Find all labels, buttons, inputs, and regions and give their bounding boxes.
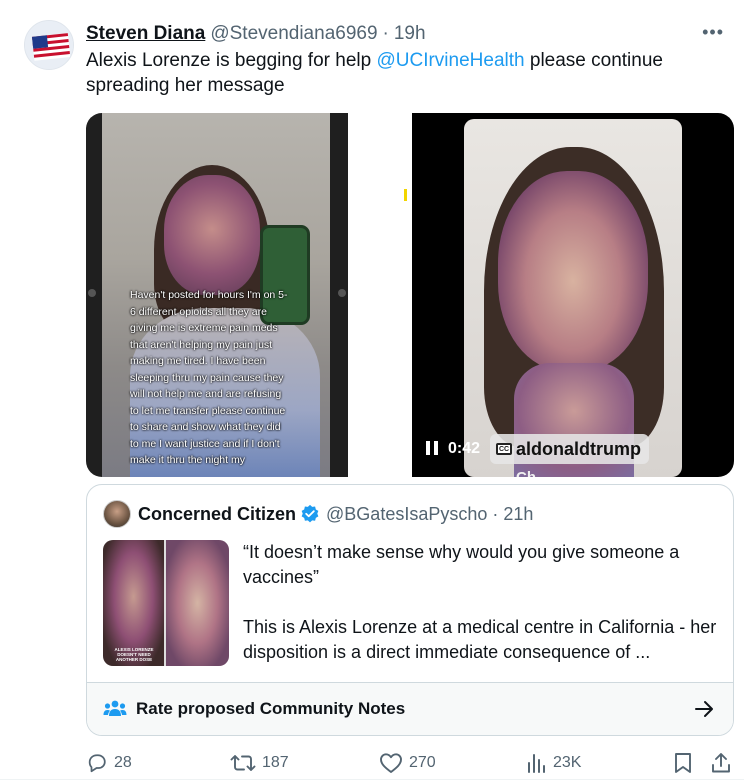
share-button[interactable] — [710, 752, 732, 774]
media-divider — [348, 113, 412, 477]
repost-icon — [230, 755, 256, 771]
media-video-right[interactable]: 0:42 CC aldonaldtrump Ch... — [412, 113, 734, 477]
face — [498, 171, 648, 371]
tweet-time[interactable]: 19h — [394, 23, 426, 45]
community-notes-icon — [103, 700, 127, 716]
repost-button[interactable]: 187 — [230, 752, 289, 774]
author-avatar[interactable] — [24, 20, 74, 70]
author-handle[interactable]: @Stevendiana6969 — [210, 23, 377, 45]
views-button[interactable]: 23K — [527, 752, 581, 774]
quote-time[interactable]: 21h — [503, 504, 533, 525]
bookmark-icon — [675, 753, 691, 773]
pause-icon[interactable] — [426, 441, 440, 457]
like-button[interactable]: 270 — [379, 752, 436, 774]
quote-author-handle[interactable]: @BGatesIsaPyscho — [326, 504, 487, 525]
heart-icon — [380, 753, 402, 773]
media-image-left[interactable]: Haven't posted for hours I'm on 5-6 diff… — [86, 113, 348, 477]
marker — [404, 189, 407, 201]
quote-text: “It doesn’t make sense why would you giv… — [243, 540, 721, 665]
quote-header: Concerned Citizen @BGatesIsaPyscho · 21h — [103, 500, 533, 528]
quoted-tweet[interactable]: Concerned Citizen @BGatesIsaPyscho · 21h… — [86, 484, 734, 736]
tweet-header: Steven Diana @Stevendiana6969 · 19h ••• — [86, 22, 724, 46]
tweet[interactable]: Steven Diana @Stevendiana6969 · 19h ••• … — [0, 0, 744, 780]
quote-avatar[interactable] — [103, 500, 131, 528]
community-notes-bar[interactable]: Rate proposed Community Notes — [87, 682, 733, 735]
video-controls: 0:42 CC aldonaldtrump — [426, 431, 650, 467]
thumbnail-caption: ALEXIS LORENZE DOESN'T NEED ANOTHER DOSE — [114, 647, 154, 662]
story-screenshot: Haven't posted for hours I'm on 5-6 diff… — [102, 113, 330, 477]
bookmark-button[interactable] — [674, 752, 692, 774]
story-text: Haven't posted for hours I'm on 5-6 diff… — [130, 289, 288, 466]
reply-button[interactable]: 28 — [86, 752, 132, 774]
tweet-media[interactable]: Haven't posted for hours I'm on 5-6 diff… — [86, 113, 734, 477]
verified-badge-icon — [301, 504, 319, 523]
us-flag-icon — [25, 21, 73, 69]
more-options-icon[interactable]: ••• — [702, 22, 724, 43]
video-overlay-text: aldonaldtrump — [516, 438, 642, 459]
thumbnail-right — [166, 540, 229, 666]
arrow-right-icon[interactable] — [695, 700, 715, 718]
separator-dot: · — [382, 23, 389, 44]
tweet-text: Alexis Lorenze is begging for help @UCIr… — [86, 48, 716, 98]
views-icon — [528, 754, 545, 773]
reply-icon — [88, 754, 106, 773]
reply-count: 28 — [114, 754, 132, 771]
video-time: 0:42 — [448, 440, 481, 457]
video-partial-text: Ch... — [516, 469, 549, 477]
next-icon[interactable] — [338, 289, 346, 297]
tweet-text-prefix: Alexis Lorenze is begging for help — [86, 50, 377, 71]
community-notes-label[interactable]: Rate proposed Community Notes — [136, 699, 405, 719]
repost-count: 187 — [262, 754, 289, 771]
separator-dot: · — [492, 503, 499, 524]
quote-paragraph-2: This is Alexis Lorenze at a medical cent… — [243, 617, 717, 662]
prev-icon[interactable] — [88, 289, 96, 297]
thumbnail-left: ALEXIS LORENZE DOESN'T NEED ANOTHER DOSE — [103, 540, 165, 666]
quote-paragraph-1: “It doesn’t make sense why would you giv… — [243, 542, 680, 587]
share-icon — [712, 753, 730, 773]
action-bar: 28 187 270 23K — [86, 752, 734, 778]
video-frame — [464, 119, 682, 477]
quote-author-name[interactable]: Concerned Citizen — [138, 504, 296, 525]
views-count: 23K — [553, 754, 582, 771]
mention-link[interactable]: @UCIrvineHealth — [376, 50, 524, 71]
face — [164, 175, 260, 295]
quote-thumbnail[interactable]: ALEXIS LORENZE DOESN'T NEED ANOTHER DOSE — [103, 540, 229, 666]
author-name[interactable]: Steven Diana — [86, 23, 205, 45]
caption-overlay: CC aldonaldtrump — [490, 434, 650, 464]
closed-captions-icon[interactable]: CC — [496, 443, 513, 455]
like-count: 270 — [409, 754, 436, 771]
